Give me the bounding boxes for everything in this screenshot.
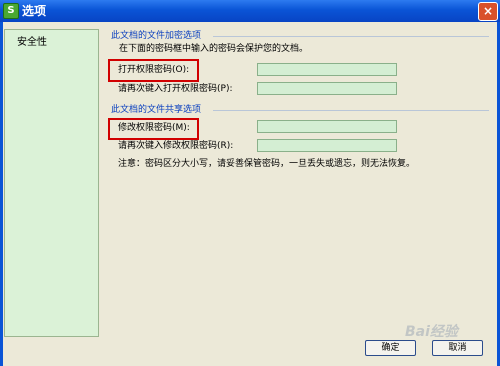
open-password-label: 打开权限密码(O): [118, 65, 190, 75]
modify-password-label: 修改权限密码(M): [118, 123, 190, 133]
group-divider [213, 110, 489, 111]
ok-button[interactable]: 确定 [365, 340, 416, 356]
app-icon: S [3, 3, 19, 19]
cancel-button[interactable]: 取消 [432, 340, 483, 356]
group-divider [213, 36, 489, 37]
reenter-open-password-label: 请再次键入打开权限密码(P): [118, 84, 233, 94]
open-password-field[interactable] [257, 63, 397, 76]
encryption-group-title: 此文档的文件加密选项 [111, 31, 202, 41]
reenter-modify-password-field[interactable] [257, 139, 397, 152]
window-frame-left [0, 22, 3, 366]
close-button[interactable]: × [478, 2, 498, 21]
title-bar[interactable]: S 选项 × [0, 0, 500, 22]
window-title: 选项 [22, 4, 47, 18]
sidebar: 安全性 [4, 29, 99, 337]
encryption-description: 在下面的密码框中输入的密码会保护您的文档。 [119, 44, 309, 54]
password-warning-note: 注意：密码区分大小写，请妥善保管密码，一旦丢失或遗忘，则无法恢复。 [118, 159, 416, 169]
options-content: 此文档的文件加密选项 在下面的密码框中输入的密码会保护您的文档。 打开权限密码(… [101, 27, 493, 334]
options-dialog: S 选项 × 安全性 此文档的文件加密选项 在下面的密码框中输入的密码会保护您的… [0, 0, 500, 366]
reenter-modify-password-label: 请再次键入修改权限密码(R): [118, 141, 234, 151]
modify-password-field[interactable] [257, 120, 397, 133]
watermark-logo: Bai经验 [405, 324, 458, 340]
sharing-group-title: 此文档的文件共享选项 [111, 105, 202, 115]
reenter-open-password-field[interactable] [257, 82, 397, 95]
sidebar-item-security[interactable]: 安全性 [17, 36, 47, 50]
